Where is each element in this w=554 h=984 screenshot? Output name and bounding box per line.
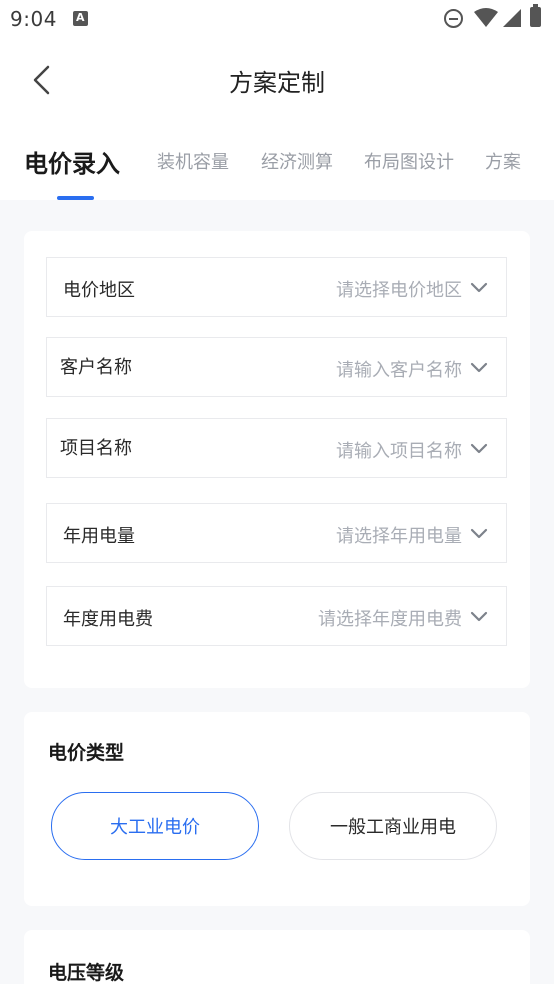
status-time: 9:04 xyxy=(10,7,57,31)
field-label: 年用电量 xyxy=(63,526,135,547)
active-tab-indicator xyxy=(57,196,94,200)
page-title: 方案定制 xyxy=(229,69,325,97)
field-label: 项目名称 xyxy=(60,438,132,459)
section-title: 电压等级 xyxy=(48,962,125,984)
tabs-fade-overlay xyxy=(514,122,554,200)
field-label: 电价地区 xyxy=(63,280,135,301)
tab-layout-design[interactable]: 布局图设计 xyxy=(364,148,454,174)
annual-cost-field[interactable]: 年度用电费 请选择年度用电费 xyxy=(46,586,507,646)
status-bar: 9:04 xyxy=(0,0,554,38)
chevron-down-icon xyxy=(470,611,488,622)
field-placeholder: 请选择年度用电费 xyxy=(318,609,462,630)
annual-consumption-field[interactable]: 年用电量 请选择年用电量 xyxy=(46,503,507,563)
chevron-down-icon xyxy=(470,443,488,454)
large-industry-price-option[interactable]: 大工业电价 xyxy=(51,792,259,860)
signal-icon xyxy=(503,9,521,27)
chevron-down-icon xyxy=(470,282,488,293)
price-form-card: 电价地区 请选择电价地区 客户名称 请输入客户名称 项目名称 请输入项目名称 年… xyxy=(24,231,530,688)
field-placeholder: 请选择电价地区 xyxy=(336,280,462,301)
chevron-down-icon xyxy=(470,528,488,539)
tab-economic-calculation[interactable]: 经济测算 xyxy=(261,148,333,174)
app-notification-icon xyxy=(73,11,88,26)
field-label: 年度用电费 xyxy=(63,609,153,630)
chevron-down-icon xyxy=(470,362,488,373)
battery-icon xyxy=(530,4,541,27)
section-title: 电价类型 xyxy=(48,742,125,764)
nav-bar: 方案定制 xyxy=(0,38,554,122)
field-placeholder: 请选择年用电量 xyxy=(336,526,462,547)
price-region-field[interactable]: 电价地区 请选择电价地区 xyxy=(46,257,507,317)
tab-bar: 电价录入 装机容量 经济测算 布局图设计 方案 xyxy=(0,122,554,200)
do-not-disturb-icon xyxy=(444,9,463,28)
price-type-card: 电价类型 大工业电价 一般工商业用电 xyxy=(24,712,530,906)
field-placeholder: 请输入项目名称 xyxy=(336,441,462,462)
field-label: 客户名称 xyxy=(60,357,132,378)
tab-price-entry[interactable]: 电价录入 xyxy=(24,144,120,179)
tab-installed-capacity[interactable]: 装机容量 xyxy=(157,148,229,174)
voltage-level-card: 电压等级 xyxy=(24,930,530,984)
field-placeholder: 请输入客户名称 xyxy=(336,360,462,381)
general-commercial-option[interactable]: 一般工商业用电 xyxy=(289,792,497,860)
wifi-icon xyxy=(474,8,498,27)
customer-name-field[interactable]: 客户名称 请输入客户名称 xyxy=(46,337,507,397)
project-name-field[interactable]: 项目名称 请输入项目名称 xyxy=(46,418,507,478)
